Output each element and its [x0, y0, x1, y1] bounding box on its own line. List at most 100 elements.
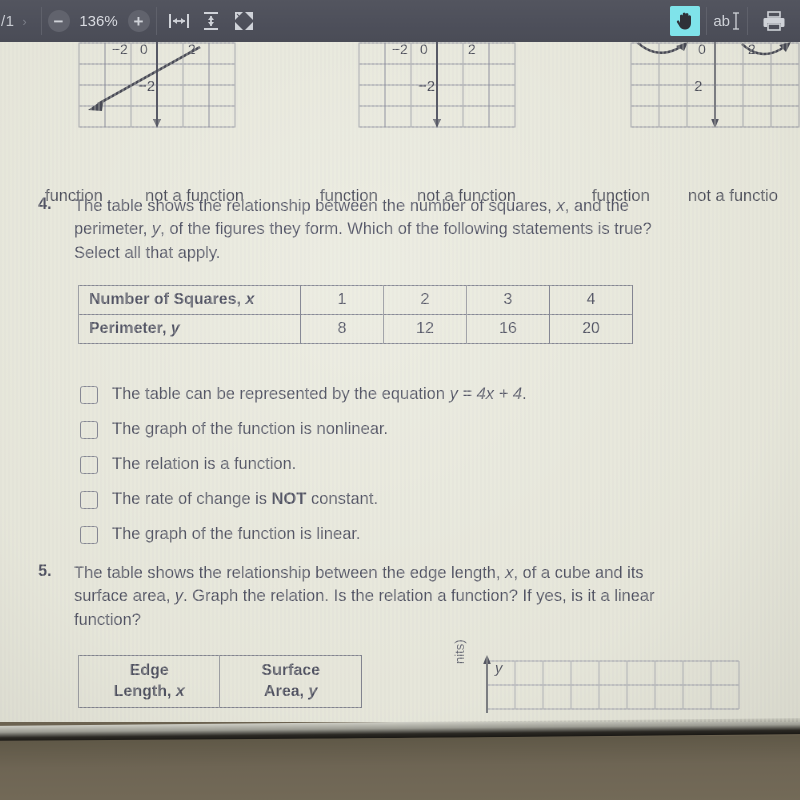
text-cursor-icon [733, 12, 739, 30]
checkbox-option-3[interactable] [80, 455, 98, 474]
fullscreen-icon [234, 12, 253, 30]
table-cell-perimeter-2: 12 [383, 314, 467, 344]
table-row-header-squares: Number of Squares, x [78, 285, 301, 315]
fit-width-button[interactable] [163, 6, 195, 36]
toolbar-divider [155, 7, 157, 35]
toolbar-divider [40, 7, 42, 35]
surface-area-var: y [308, 682, 318, 700]
question-4-options: The table can be represented by the equa… [80, 377, 680, 552]
q4-var-y: y [151, 220, 161, 239]
checkbox-option-1[interactable] [80, 385, 98, 404]
svg-text:2: 2 [188, 42, 196, 57]
table-header-edge-length: Edge Length, x [77, 655, 221, 708]
option-row-5[interactable]: The graph of the function is linear. [80, 517, 680, 552]
q4-var-x: x [556, 197, 565, 215]
table-cell-perimeter-1: 8 [300, 314, 384, 344]
checkbox-option-5[interactable] [80, 525, 98, 544]
option-label-3: The relation is a function. [112, 455, 297, 473]
svg-text:0: 0 [140, 42, 148, 57]
text-select-tool-button[interactable]: ab [713, 11, 741, 31]
line-graph: −2 0 2 −2 [78, 42, 236, 132]
fit-height-button[interactable] [195, 6, 227, 36]
desk-surface [0, 735, 800, 800]
svg-text:2: 2 [468, 42, 476, 57]
table-row: Edge Length, x Surface Area, y [77, 655, 362, 708]
plus-circle-icon: + [127, 10, 150, 32]
fit-width-icon [168, 14, 189, 28]
question-5-text: The table shows the relationship between… [74, 562, 688, 632]
svg-text:2: 2 [748, 42, 756, 57]
checkbox-option-4[interactable] [80, 490, 98, 509]
option-label-2: The graph of the function is nonlinear. [112, 420, 389, 438]
option-1-prefix: The table can be represented by the equa… [112, 385, 450, 403]
option-4-suffix: constant. [306, 490, 378, 508]
option-label-5: The graph of the function is linear. [112, 525, 361, 543]
hand-tool-button[interactable] [670, 6, 701, 36]
row-header-perimeter-var: y [170, 320, 180, 337]
option-row-4[interactable]: The rate of change is NOT constant. [80, 482, 680, 517]
table-cell-perimeter-3: 16 [466, 314, 550, 344]
option-row-1[interactable]: The table can be represented by the equa… [80, 377, 680, 412]
option-label-1: The table can be represented by the equa… [112, 385, 527, 404]
printer-icon [763, 11, 785, 31]
zoom-in-button[interactable]: + [127, 6, 150, 36]
toolbar-divider [706, 7, 708, 35]
table-cell-squares-4: 4 [549, 285, 633, 315]
zoom-out-button[interactable]: − [47, 6, 70, 36]
table-cell-squares-3: 3 [466, 285, 550, 315]
table-cell-perimeter-4: 20 [549, 314, 633, 344]
question-4-table: Number of Squares, x 1 2 3 4 Perimeter, … [78, 285, 633, 344]
checkbox-option-2[interactable] [80, 420, 98, 439]
option-1-equation: y = 4x + 4 [449, 385, 523, 403]
table-row-header-perimeter: Perimeter, y [78, 314, 301, 344]
table-row: Perimeter, y 8 12 16 20 [78, 314, 633, 344]
svg-text:−2: −2 [392, 42, 408, 57]
question-4-text: The table shows the relationship between… [74, 195, 698, 265]
pdf-viewer-toolbar: /1 › − 136% + ab [0, 0, 800, 42]
table-cell-squares-2: 2 [383, 285, 467, 315]
edge-length-var: x [175, 682, 185, 700]
q5-line1-end: , of [513, 564, 537, 582]
q4-line1-end: , [564, 197, 570, 215]
photographed-screen: /1 › − 136% + ab −2 0 2 −2 −2 0 2 −2 0 2… [0, 0, 800, 800]
table-header-surface-area: Surface Area, y [219, 655, 362, 708]
minus-circle-icon: − [47, 10, 70, 32]
option-row-3[interactable]: The relation is a function. [80, 447, 680, 482]
question-5-graph: y [455, 655, 745, 715]
q5-var-y: y [174, 587, 184, 606]
question-5-table: Edge Length, x Surface Area, y [77, 655, 362, 708]
not-a-function-label-3[interactable]: not a functio [688, 187, 778, 206]
empty-grid-graph: −2 0 2 −2 [358, 42, 516, 132]
print-button[interactable] [754, 6, 794, 36]
fullscreen-button[interactable] [227, 6, 261, 36]
question-4-number: 4. [38, 195, 52, 213]
table-cell-squares-1: 1 [300, 285, 384, 315]
svg-text:−2: −2 [418, 78, 435, 95]
zoom-level-value[interactable]: 136% [70, 13, 128, 30]
surface-area-line2: Area, [264, 682, 309, 700]
svg-text:0: 0 [420, 42, 428, 57]
document-page: −2 0 2 −2 −2 0 2 −2 0 2 2 function not a… [0, 42, 800, 722]
chevron-right-icon[interactable]: › [15, 14, 35, 29]
svg-text:−2: −2 [112, 42, 128, 57]
question-5: 5. The table shows the relationship betw… [38, 562, 688, 632]
option-row-2[interactable]: The graph of the function is nonlinear. [80, 412, 680, 447]
question-4: 4. The table shows the relationship betw… [38, 195, 698, 265]
row-header-perimeter-label: Perimeter, [89, 320, 171, 337]
text-select-tool-label: ab [713, 12, 730, 30]
question-5-number: 5. [38, 562, 52, 580]
row-header-squares-label: Number of Squares, [89, 291, 246, 308]
toolbar-divider [747, 7, 748, 35]
option-1-suffix: . [522, 385, 527, 403]
q5-line2-end: . Graph the relation. Is the relation a [183, 587, 447, 606]
edge-length-line1: Edge [129, 662, 169, 680]
q5-line1: The table shows the relationship between… [74, 564, 506, 582]
hand-tool-icon [677, 12, 692, 30]
svg-text:y: y [494, 660, 504, 677]
parabola-graph: 0 2 2 [630, 42, 800, 132]
option-4-bold: NOT [271, 490, 307, 508]
q4-line2-end: , of the figures they form. Which of the… [160, 220, 508, 239]
edge-length-line2: Length, [113, 682, 176, 700]
svg-text:2: 2 [694, 78, 702, 95]
svg-text:0: 0 [698, 42, 706, 57]
